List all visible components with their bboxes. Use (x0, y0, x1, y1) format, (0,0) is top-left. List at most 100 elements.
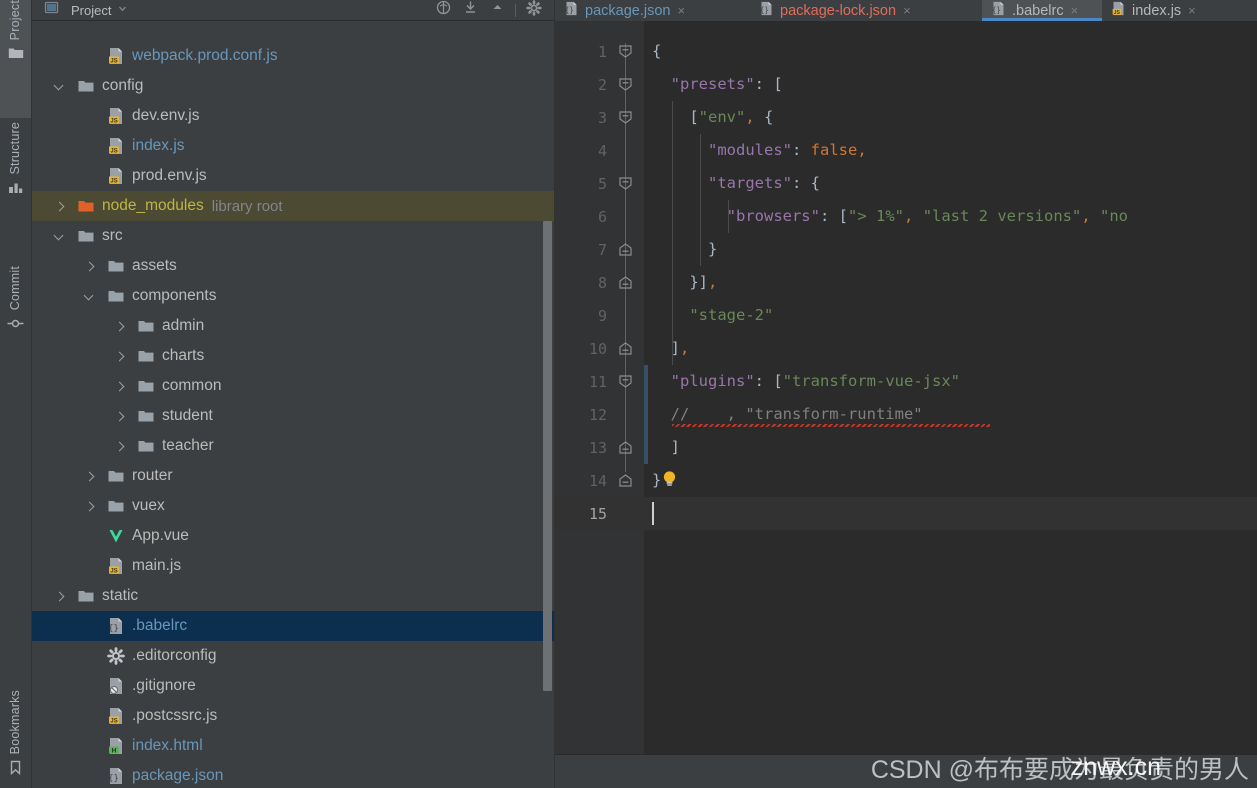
tree-row[interactable]: JS dev.env.js (32, 101, 554, 131)
chevron-down-icon[interactable] (52, 229, 67, 244)
code-line[interactable] (644, 497, 1257, 530)
tree-row-label: prod.env.js (132, 167, 207, 184)
editor-code[interactable]: { "presets": [ ["env", { "modules": fals… (644, 21, 1257, 788)
chevron-right-icon[interactable] (112, 439, 127, 454)
code-fold-toggle[interactable] (619, 243, 632, 256)
code-fold-toggle[interactable] (619, 276, 632, 289)
hide-panel-icon[interactable] (490, 0, 505, 20)
svg-text:JS: JS (110, 57, 118, 64)
tree-row[interactable]: src (32, 221, 554, 251)
chevron-right-icon[interactable] (112, 349, 127, 364)
code-line[interactable]: ], (644, 332, 1257, 365)
code-fold-toggle[interactable] (619, 78, 632, 91)
chevron-right-icon[interactable] (82, 259, 97, 274)
chevron-down-icon[interactable] (82, 289, 97, 304)
settings-gear-icon[interactable] (526, 0, 542, 20)
editor-tab[interactable]: {} .babelrc × (982, 0, 1102, 21)
tree-row[interactable]: {} .babelrc (32, 611, 554, 641)
code-line[interactable]: { (644, 35, 1257, 68)
tree-row[interactable]: student (32, 401, 554, 431)
lightbulb-icon[interactable] (662, 470, 677, 487)
help-icon[interactable] (436, 0, 451, 20)
code-fold-toggle[interactable] (619, 111, 632, 124)
chevron-right-icon[interactable] (52, 589, 67, 604)
project-tree[interactable]: {}package-lock.json{}package.jsonHindex.… (32, 21, 554, 788)
tree-row[interactable]: common (32, 371, 554, 401)
tree-row-label: index.html (132, 737, 203, 754)
chevron-down-icon[interactable] (117, 1, 128, 19)
tree-row[interactable]: JS webpack.prod.conf.js (32, 41, 554, 71)
tree-row[interactable]: JS index.js (32, 131, 554, 161)
collapse-all-icon[interactable] (463, 0, 478, 20)
tree-row[interactable]: config (32, 71, 554, 101)
code-token: , (1081, 207, 1091, 225)
tool-strip-bookmarks[interactable]: Bookmarks (0, 690, 31, 788)
code-line[interactable]: "stage-2" (644, 299, 1257, 332)
tree-row[interactable]: App.vue (32, 521, 554, 551)
chevron-right-icon[interactable] (112, 319, 127, 334)
close-icon[interactable]: × (903, 3, 911, 18)
code-line[interactable]: "modules": false, (644, 134, 1257, 167)
code-line[interactable]: "browsers": ["> 1%", "last 2 versions", … (644, 200, 1257, 233)
tree-row[interactable]: JS .postcssrc.js (32, 701, 554, 731)
tree-row[interactable]: assets (32, 251, 554, 281)
chevron-down-icon[interactable] (52, 79, 67, 94)
code-fold-toggle[interactable] (619, 441, 632, 454)
chevron-right-icon[interactable] (82, 469, 97, 484)
tree-row[interactable]: Hindex.html (32, 731, 554, 761)
tool-strip-structure[interactable]: Structure (0, 122, 31, 262)
editor-tab[interactable]: {} package.json × (555, 0, 750, 21)
tree-no-toggle (82, 739, 97, 754)
line-number: 9 (597, 306, 607, 325)
project-panel-header: Project (32, 0, 554, 21)
code-token: } (652, 471, 662, 489)
tree-row-label: config (102, 77, 144, 94)
code-line[interactable]: } (644, 464, 1257, 497)
chevron-right-icon[interactable] (82, 499, 97, 514)
tree-row-label: router (132, 467, 173, 484)
code-line[interactable]: ["env", { (644, 101, 1257, 134)
tree-row[interactable]: .editorconfig (32, 641, 554, 671)
code-fold-toggle[interactable] (619, 375, 632, 388)
code-fold-toggle[interactable] (619, 45, 632, 58)
editor-gutter[interactable]: 1 2 3 4 5 6 7 8 9 10 11 12 13 14 15 (555, 21, 644, 788)
code-fold-toggle[interactable] (619, 177, 632, 190)
html-file-icon: H (106, 737, 126, 755)
tree-row[interactable]: teacher (32, 431, 554, 461)
tree-row[interactable]: admin (32, 311, 554, 341)
tree-row[interactable]: components (32, 281, 554, 311)
tree-row[interactable]: charts (32, 341, 554, 371)
chevron-right-icon[interactable] (112, 379, 127, 394)
code-line[interactable]: ] (644, 431, 1257, 464)
code-token: "transform-vue-jsx" (782, 372, 960, 390)
tree-row[interactable]: node_modules library root (32, 191, 554, 221)
editor-tab[interactable]: JS index.js × (1102, 0, 1212, 21)
js-file-icon: JS (106, 137, 126, 155)
tree-row[interactable]: static (32, 581, 554, 611)
code-fold-toggle[interactable] (619, 342, 632, 355)
chevron-right-icon[interactable] (52, 199, 67, 214)
close-icon[interactable]: × (1188, 3, 1196, 18)
tool-strip-commit[interactable]: Commit (0, 266, 31, 390)
close-icon[interactable]: × (1071, 3, 1079, 18)
code-line[interactable]: "presets": [ (644, 68, 1257, 101)
tree-row[interactable]: vuex (32, 491, 554, 521)
tree-row[interactable]: {} package.json (32, 761, 554, 788)
code-fold-toggle[interactable] (619, 474, 632, 487)
editor-tab[interactable]: {} package-lock.json × (750, 0, 982, 21)
tree-row[interactable]: router (32, 461, 554, 491)
tree-row[interactable]: JS prod.env.js (32, 161, 554, 191)
code-line[interactable]: "plugins": ["transform-vue-jsx" (644, 365, 1257, 398)
tool-strip-project[interactable]: Project (0, 0, 31, 118)
code-line[interactable]: }], (644, 266, 1257, 299)
close-icon[interactable]: × (677, 3, 685, 18)
editor-tab-label: .babelrc (1012, 2, 1064, 19)
tree-scrollbar[interactable] (543, 221, 552, 691)
code-line[interactable]: } (644, 233, 1257, 266)
tree-row[interactable]: .gitignore (32, 671, 554, 701)
chevron-right-icon[interactable] (112, 409, 127, 424)
code-line[interactable]: "targets": { (644, 167, 1257, 200)
tree-row[interactable]: JS main.js (32, 551, 554, 581)
